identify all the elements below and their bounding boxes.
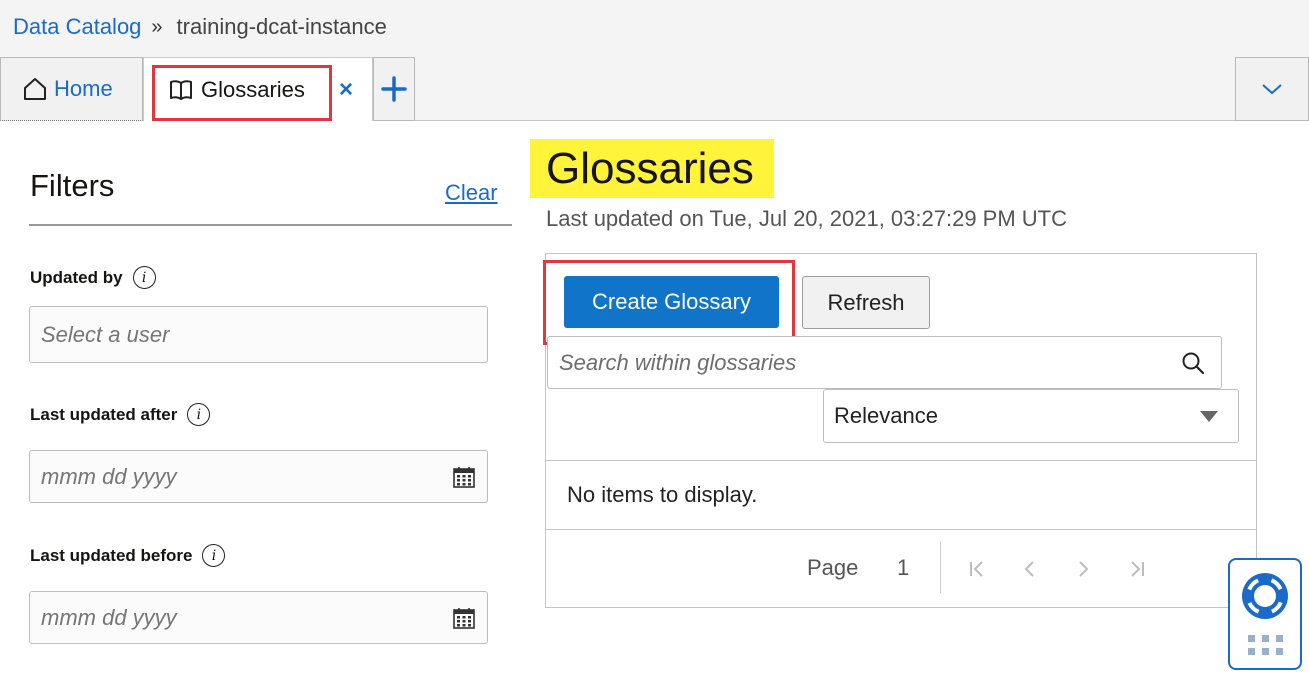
chevron-right-icon bbox=[1079, 561, 1089, 577]
next-page-button[interactable] bbox=[1070, 556, 1096, 582]
last-page-button[interactable] bbox=[1124, 556, 1150, 582]
updated-by-label: Updated by i bbox=[30, 266, 156, 289]
breadcrumb-separator: » bbox=[151, 15, 163, 38]
tab-glossaries-label: Glossaries bbox=[201, 77, 305, 102]
info-icon[interactable]: i bbox=[202, 544, 226, 567]
info-icon[interactable]: i bbox=[187, 403, 211, 426]
sort-select[interactable]: Relevance bbox=[823, 389, 1239, 443]
breadcrumb-data-catalog-link[interactable]: Data Catalog bbox=[13, 14, 141, 40]
sort-selected-value: Relevance bbox=[834, 403, 938, 428]
filters-title: Filters bbox=[30, 168, 115, 203]
last-updated-text: Last updated on Tue, Jul 20, 2021, 03:27… bbox=[546, 206, 1068, 231]
first-page-icon bbox=[970, 561, 983, 577]
last-updated-after-placeholder: mmm dd yyyy bbox=[41, 463, 177, 489]
last-updated-after-label: Last updated after i bbox=[30, 403, 211, 426]
last-updated-before-label: Last updated before i bbox=[30, 544, 226, 567]
breadcrumb-current: training-dcat-instance bbox=[176, 14, 387, 39]
updated-by-select[interactable]: Select a user bbox=[29, 306, 488, 363]
chevron-down-icon bbox=[1262, 84, 1282, 95]
panel-divider bbox=[546, 460, 1256, 461]
calendar-icon[interactable] bbox=[453, 466, 475, 488]
calendar-icon[interactable] bbox=[453, 607, 475, 629]
pagination-label: Page bbox=[807, 555, 859, 580]
last-updated-before-label-text: Last updated before bbox=[30, 545, 193, 565]
updated-by-placeholder: Select a user bbox=[41, 321, 170, 347]
previous-page-button[interactable] bbox=[1017, 556, 1043, 582]
lifebuoy-icon bbox=[1242, 573, 1288, 619]
last-page-icon bbox=[1131, 561, 1144, 577]
empty-message: No items to display. bbox=[567, 482, 758, 507]
search-icon[interactable] bbox=[1181, 351, 1205, 375]
last-updated-before-placeholder: mmm dd yyyy bbox=[41, 604, 177, 630]
plus-icon bbox=[381, 76, 407, 102]
breadcrumb: Data Catalog » training-dcat-instance bbox=[13, 14, 387, 40]
home-icon bbox=[24, 78, 46, 100]
chevron-left-icon bbox=[1024, 561, 1034, 577]
updated-by-label-text: Updated by bbox=[30, 267, 123, 287]
tab-home-label: Home bbox=[54, 76, 113, 101]
search-placeholder: Search within glossaries bbox=[559, 349, 797, 375]
clear-filters-link[interactable]: Clear bbox=[445, 180, 498, 206]
help-widget-button[interactable] bbox=[1228, 558, 1302, 670]
info-icon[interactable]: i bbox=[132, 266, 156, 289]
grid-dots-icon bbox=[1248, 635, 1283, 655]
panel-divider bbox=[546, 529, 1256, 530]
add-tab-button[interactable] bbox=[373, 57, 415, 121]
first-page-button[interactable] bbox=[964, 556, 990, 582]
pagination-divider bbox=[940, 541, 941, 593]
search-input[interactable]: Search within glossaries bbox=[547, 336, 1222, 389]
last-updated-before-date-input[interactable]: mmm dd yyyy bbox=[29, 591, 488, 644]
filters-divider bbox=[29, 224, 512, 226]
close-icon[interactable]: × bbox=[339, 78, 353, 102]
create-glossary-button[interactable]: Create Glossary bbox=[564, 276, 779, 328]
tab-overflow-button[interactable] bbox=[1235, 57, 1309, 121]
caret-down-icon bbox=[1200, 411, 1218, 422]
tab-glossaries[interactable]: Glossaries × bbox=[143, 57, 373, 121]
page-title: Glossaries bbox=[546, 144, 754, 193]
pagination-current-page: 1 bbox=[897, 555, 910, 580]
last-updated-after-date-input[interactable]: mmm dd yyyy bbox=[29, 450, 488, 503]
book-icon bbox=[170, 80, 192, 100]
tab-home[interactable]: Home bbox=[0, 57, 143, 121]
last-updated-after-label-text: Last updated after bbox=[30, 404, 178, 424]
refresh-button[interactable]: Refresh bbox=[802, 276, 930, 329]
